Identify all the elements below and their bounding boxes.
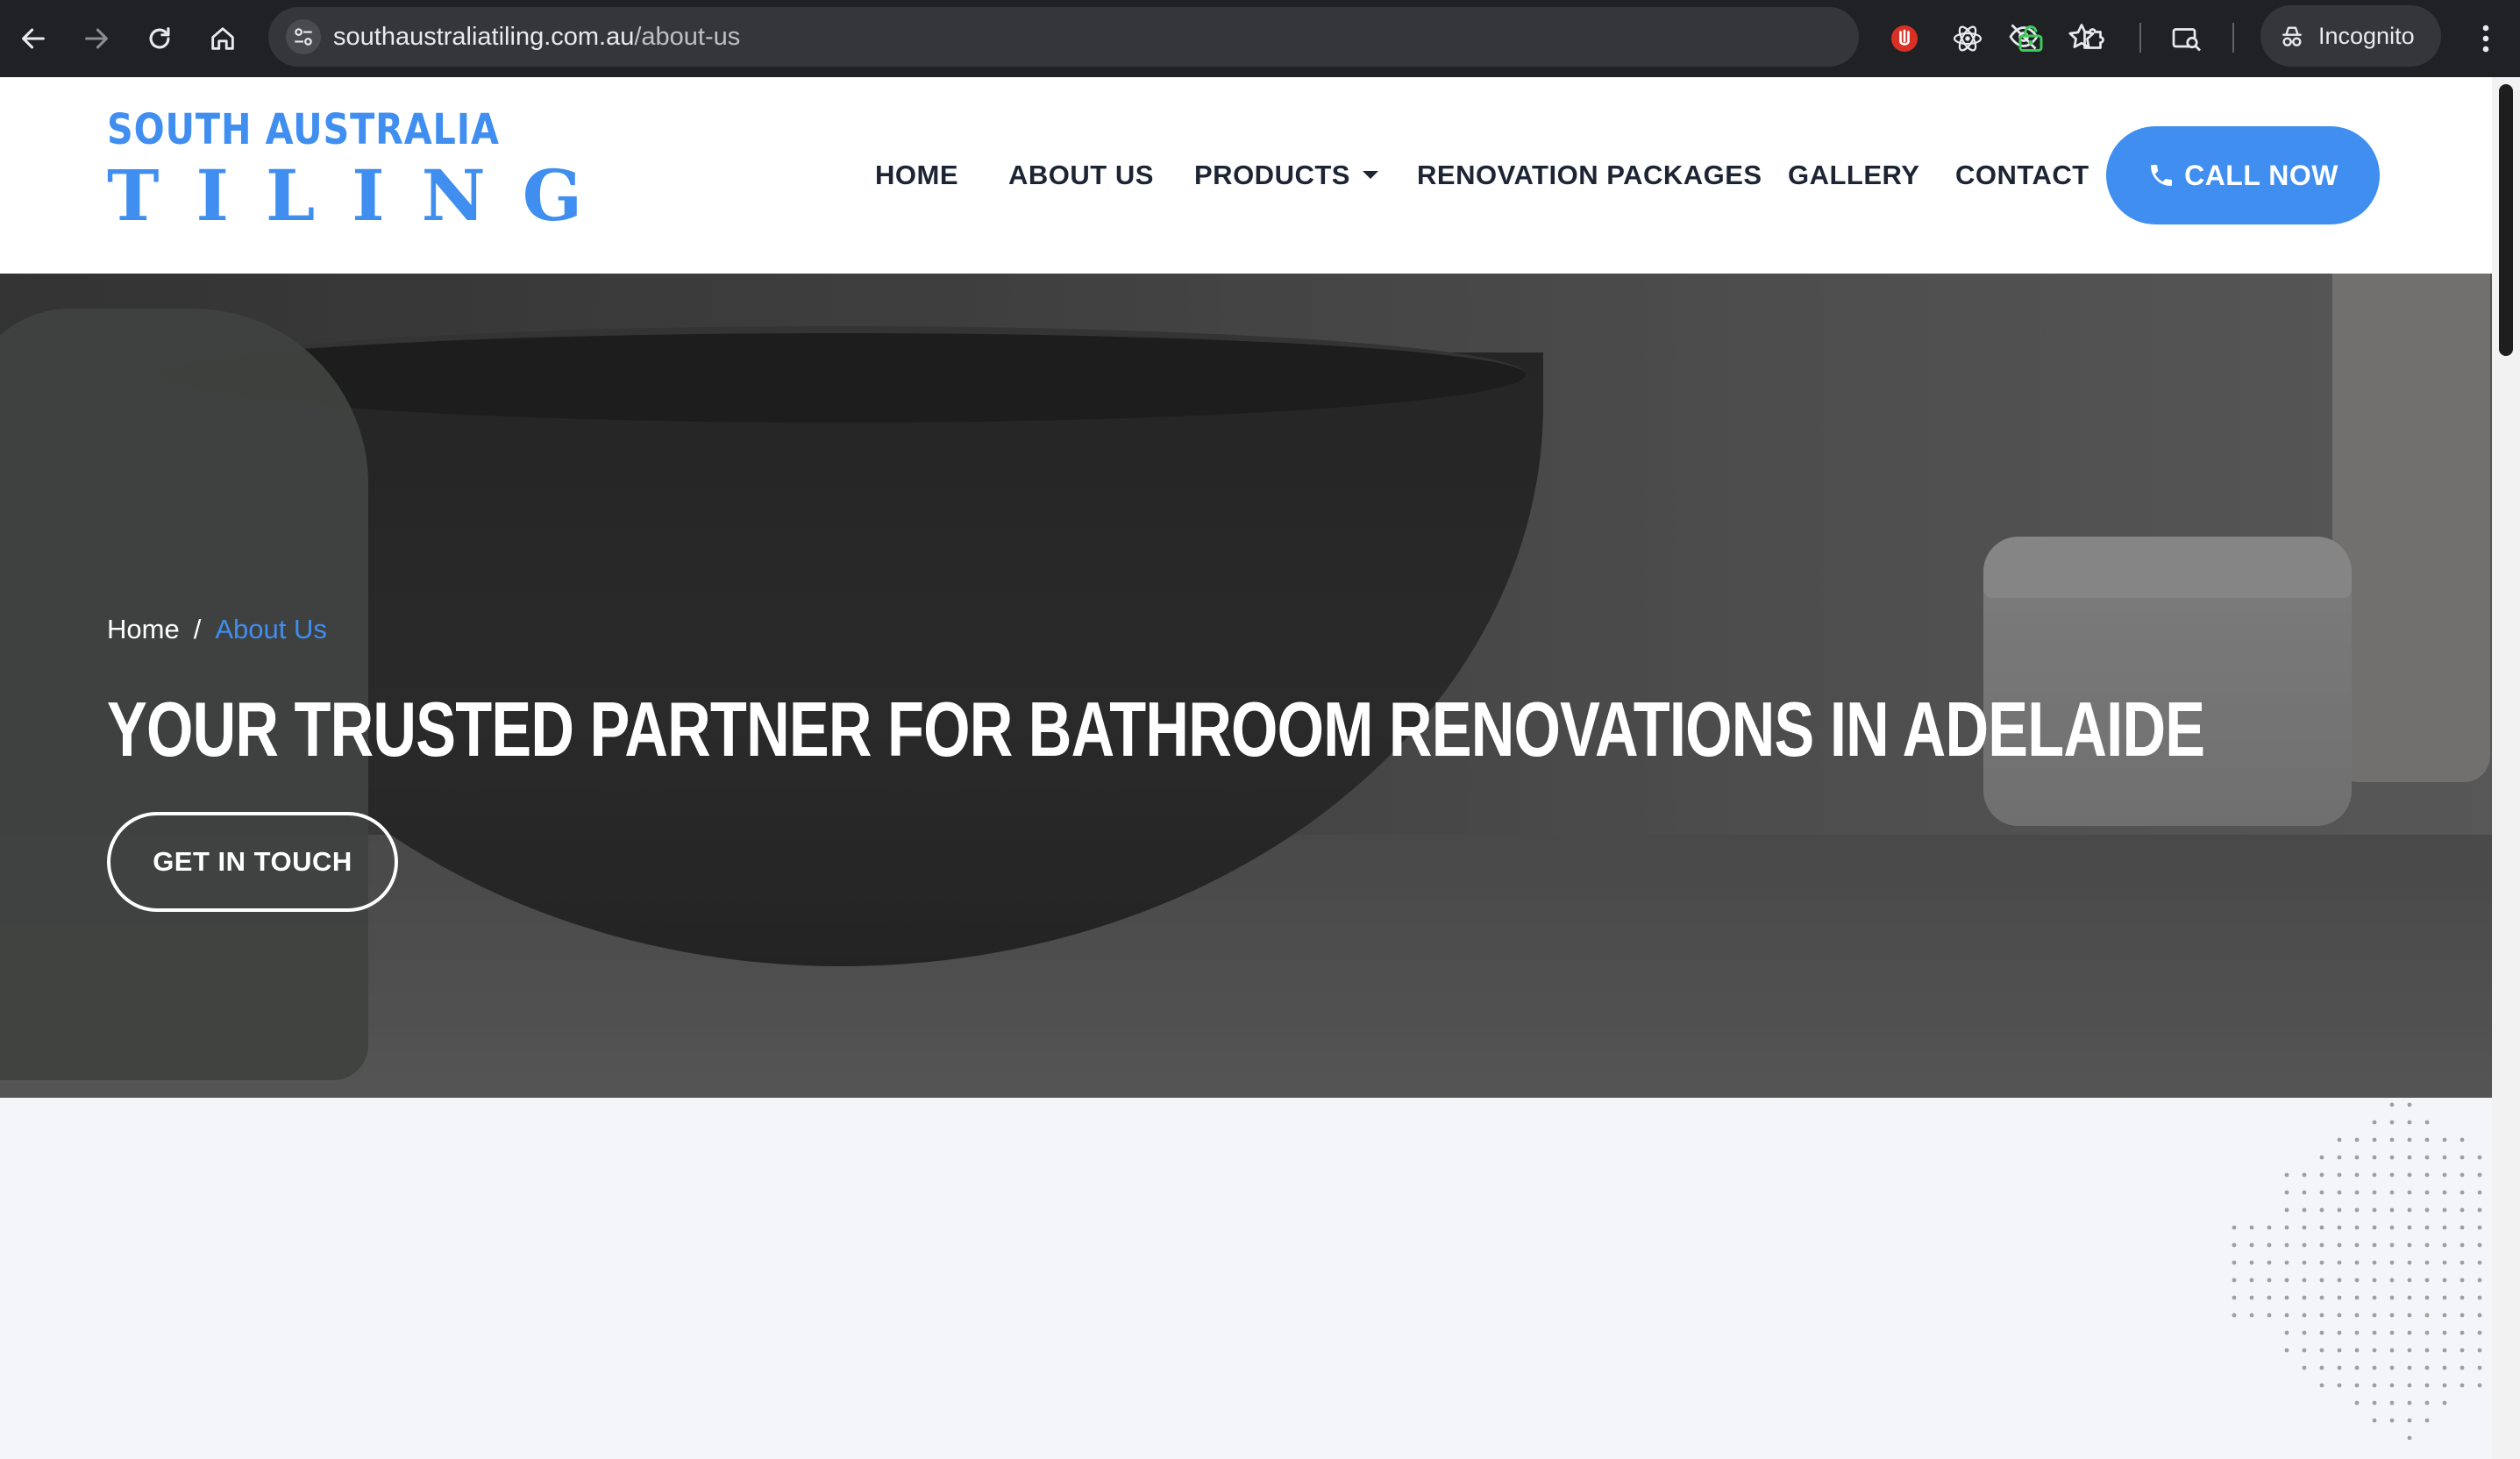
url-domain: southaustraliatiling.com.au bbox=[333, 23, 635, 51]
site-header: SOUTH AUSTRALIA TILING HOME ABOUT US PRO… bbox=[0, 77, 2492, 274]
url-text[interactable]: southaustraliatiling.com.au/about-us bbox=[333, 7, 740, 67]
call-now-label: CALL NOW bbox=[2184, 159, 2338, 191]
about-content-section bbox=[0, 1098, 2492, 1459]
browser-toolbar: southaustraliatiling.com.au/about-us Inc… bbox=[0, 0, 2520, 77]
incognito-badge[interactable]: Incognito bbox=[2260, 5, 2441, 67]
hero-banner: Home / About Us YOUR TRUSTED PARTNER FOR B… bbox=[0, 274, 2492, 1098]
reload-icon[interactable] bbox=[133, 12, 186, 65]
breadcrumb-separator: / bbox=[193, 614, 202, 644]
lock-green-icon[interactable] bbox=[2008, 16, 2054, 61]
react-icon[interactable] bbox=[1945, 16, 1990, 61]
address-bar[interactable]: southaustraliatiling.com.au/about-us bbox=[268, 7, 2095, 67]
call-now-button[interactable]: CALL NOW bbox=[2106, 126, 2380, 224]
nav-contact[interactable]: CONTACT bbox=[1955, 77, 2089, 274]
more-icon[interactable] bbox=[2464, 16, 2508, 61]
nav-gallery[interactable]: GALLERY bbox=[1788, 77, 1919, 274]
forward-icon[interactable] bbox=[70, 12, 123, 65]
caret-down-icon bbox=[1362, 171, 1378, 180]
nav-products[interactable]: PRODUCTS bbox=[1194, 77, 1378, 274]
home-icon[interactable] bbox=[196, 12, 249, 65]
nav-renovation-packages[interactable]: RENOVATION PACKAGES bbox=[1417, 77, 1762, 274]
breadcrumb: Home / About Us bbox=[107, 614, 327, 645]
nav-about-us[interactable]: ABOUT US bbox=[1008, 77, 1154, 274]
dot-pattern-decoration bbox=[2232, 1102, 2482, 1440]
incognito-icon bbox=[2282, 26, 2302, 46]
page-scrollbar[interactable] bbox=[2492, 77, 2520, 1459]
page-title: YOUR TRUSTED PARTNER FOR BATHROOM RENOVA… bbox=[107, 686, 2205, 772]
phone-icon bbox=[2151, 165, 2173, 186]
breadcrumb-home[interactable]: Home bbox=[107, 614, 180, 644]
nav-home[interactable]: HOME bbox=[875, 77, 958, 274]
breadcrumb-current: About Us bbox=[215, 614, 327, 644]
incognito-label: Incognito bbox=[2318, 22, 2415, 49]
puzzle-icon[interactable] bbox=[2071, 16, 2117, 61]
site-settings-icon[interactable] bbox=[286, 19, 321, 54]
toolbar-divider bbox=[2232, 23, 2234, 53]
page-viewport: SOUTH AUSTRALIA TILING HOME ABOUT US PRO… bbox=[0, 77, 2492, 1459]
scrollbar-thumb[interactable] bbox=[2499, 84, 2513, 356]
extension-red-icon[interactable] bbox=[1882, 16, 1927, 61]
tab-search-icon[interactable] bbox=[2164, 16, 2210, 61]
get-in-touch-button[interactable]: GET IN TOUCH bbox=[107, 812, 398, 912]
url-path: /about-us bbox=[634, 23, 741, 51]
back-icon[interactable] bbox=[7, 12, 60, 65]
nav-products-label: PRODUCTS bbox=[1194, 160, 1350, 190]
toolbar-divider bbox=[2139, 23, 2141, 53]
